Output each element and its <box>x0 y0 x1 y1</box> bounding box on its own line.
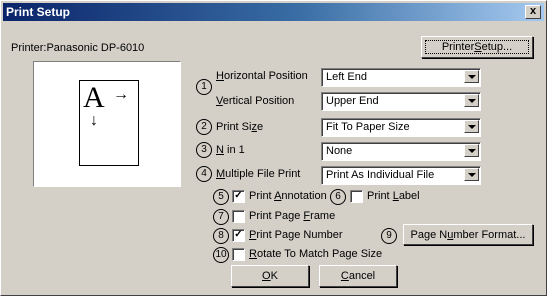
callout-7: 7 <box>213 209 229 225</box>
rotate-to-match-label: Rotate To Match Page Size <box>249 248 382 260</box>
label-label-a: Print <box>367 190 393 202</box>
annotation-label-b: nnotation <box>281 190 327 202</box>
window-title: Print Setup <box>6 5 71 19</box>
annotation-label-a: Print <box>249 190 275 202</box>
printer-name-label: Printer:Panasonic DP-6010 <box>11 42 145 54</box>
print-page-number-label: Print Page Number <box>249 229 343 241</box>
print-size-label-a: Print Si <box>216 121 252 133</box>
rotate-accel: R <box>249 248 257 260</box>
printer-setup-button[interactable]: Printer Setup... <box>421 36 533 58</box>
page-number-format-label-a: Page N <box>410 228 448 241</box>
ok-label: K <box>270 270 278 282</box>
rotate-to-match-checkbox[interactable] <box>232 248 245 261</box>
page-number-format-button[interactable]: Page Nu mber Format... <box>403 224 533 245</box>
chevron-down-icon[interactable] <box>464 94 479 107</box>
chevron-down-icon[interactable] <box>464 120 479 133</box>
print-label-label: Print Label <box>367 190 420 202</box>
multiple-accel: M <box>216 168 226 180</box>
rotate-label-b: otate To Match Page Size <box>256 248 383 260</box>
horizontal-accel: H <box>216 70 224 82</box>
n-in-1-label-rest: in 1 <box>223 144 245 156</box>
printer-setup-accel: S <box>474 41 482 53</box>
multiple-file-print-label: Multiple File Print <box>216 168 300 180</box>
horizontal-position-label: Horizontal Position <box>216 70 308 82</box>
multiple-file-print-select[interactable]: Print As Individual File <box>321 166 481 185</box>
frame-label-b: rame <box>310 210 336 222</box>
callout-6: 6 <box>330 189 346 205</box>
horizontal-label-rest: orizontal Position <box>223 70 308 82</box>
ok-button[interactable]: OK <box>231 265 309 287</box>
vertical-position-label: Vertical Position <box>216 95 294 107</box>
callout-3: 3 <box>196 142 212 158</box>
callout-2: 2 <box>196 119 212 135</box>
horizontal-position-value: Left End <box>326 71 367 83</box>
vertical-position-select[interactable]: Upper End <box>321 92 481 111</box>
page-preview: A → ↓ <box>33 61 181 187</box>
multiple-file-print-value: Print As Individual File <box>326 169 435 181</box>
printer-setup-label-a: Printer <box>441 41 475 53</box>
callout-4: 4 <box>196 166 212 182</box>
preview-page: A → ↓ <box>79 80 139 166</box>
n-in-1-label: N in 1 <box>216 144 245 156</box>
preview-letter: A <box>83 81 105 114</box>
callout-10: 10 <box>213 247 229 263</box>
callout-1: 1 <box>196 79 212 95</box>
chevron-down-icon[interactable] <box>464 144 479 157</box>
arrow-right-icon: → <box>113 86 129 103</box>
printer-setup-label-b: etup... <box>481 41 513 53</box>
frame-label-a: Print Page <box>249 210 304 222</box>
page-number-label-b: rint Page Number <box>256 229 343 241</box>
page-number-format-label-b: mber Format... <box>453 228 526 241</box>
callout-9: 9 <box>381 228 397 244</box>
print-page-frame-label: Print Page Frame <box>249 210 335 222</box>
close-icon[interactable]: x <box>525 5 541 19</box>
print-setup-dialog: Print Setup x Printer:Panasonic DP-6010 … <box>0 0 547 296</box>
print-annotation-checkbox[interactable]: ✓ <box>232 190 245 203</box>
chevron-down-icon[interactable] <box>464 70 479 83</box>
title-bar[interactable]: Print Setup x <box>3 3 544 21</box>
print-size-select[interactable]: Fit To Paper Size <box>321 118 481 137</box>
label-label-b: abel <box>398 190 420 202</box>
callout-8: 8 <box>213 228 229 244</box>
cancel-accel: C <box>340 270 349 282</box>
vertical-label-rest: ertical Position <box>222 95 295 107</box>
cancel-button[interactable]: Cancel <box>319 265 397 287</box>
print-page-number-checkbox[interactable]: ✓ <box>232 229 245 242</box>
vertical-accel: V <box>216 95 223 107</box>
ok-accel: O <box>262 270 271 282</box>
print-size-label: Print Size <box>216 121 263 133</box>
print-label-checkbox[interactable] <box>350 190 363 203</box>
n-in-1-accel: N <box>216 144 224 156</box>
print-annotation-label: Print Annotation <box>249 190 327 202</box>
callout-5: 5 <box>213 189 229 205</box>
multiple-label-rest: ultiple File Print <box>225 168 301 180</box>
arrow-down-icon: ↓ <box>90 112 98 129</box>
n-in-1-value: None <box>326 145 353 157</box>
print-size-label-b: e <box>256 121 264 133</box>
print-size-value: Fit To Paper Size <box>326 121 410 133</box>
n-in-1-select[interactable]: None <box>321 142 481 161</box>
print-page-frame-checkbox[interactable] <box>232 210 245 223</box>
horizontal-position-select[interactable]: Left End <box>321 68 481 87</box>
vertical-position-value: Upper End <box>326 95 379 107</box>
cancel-label: ancel <box>348 270 376 282</box>
chevron-down-icon[interactable] <box>464 168 479 181</box>
